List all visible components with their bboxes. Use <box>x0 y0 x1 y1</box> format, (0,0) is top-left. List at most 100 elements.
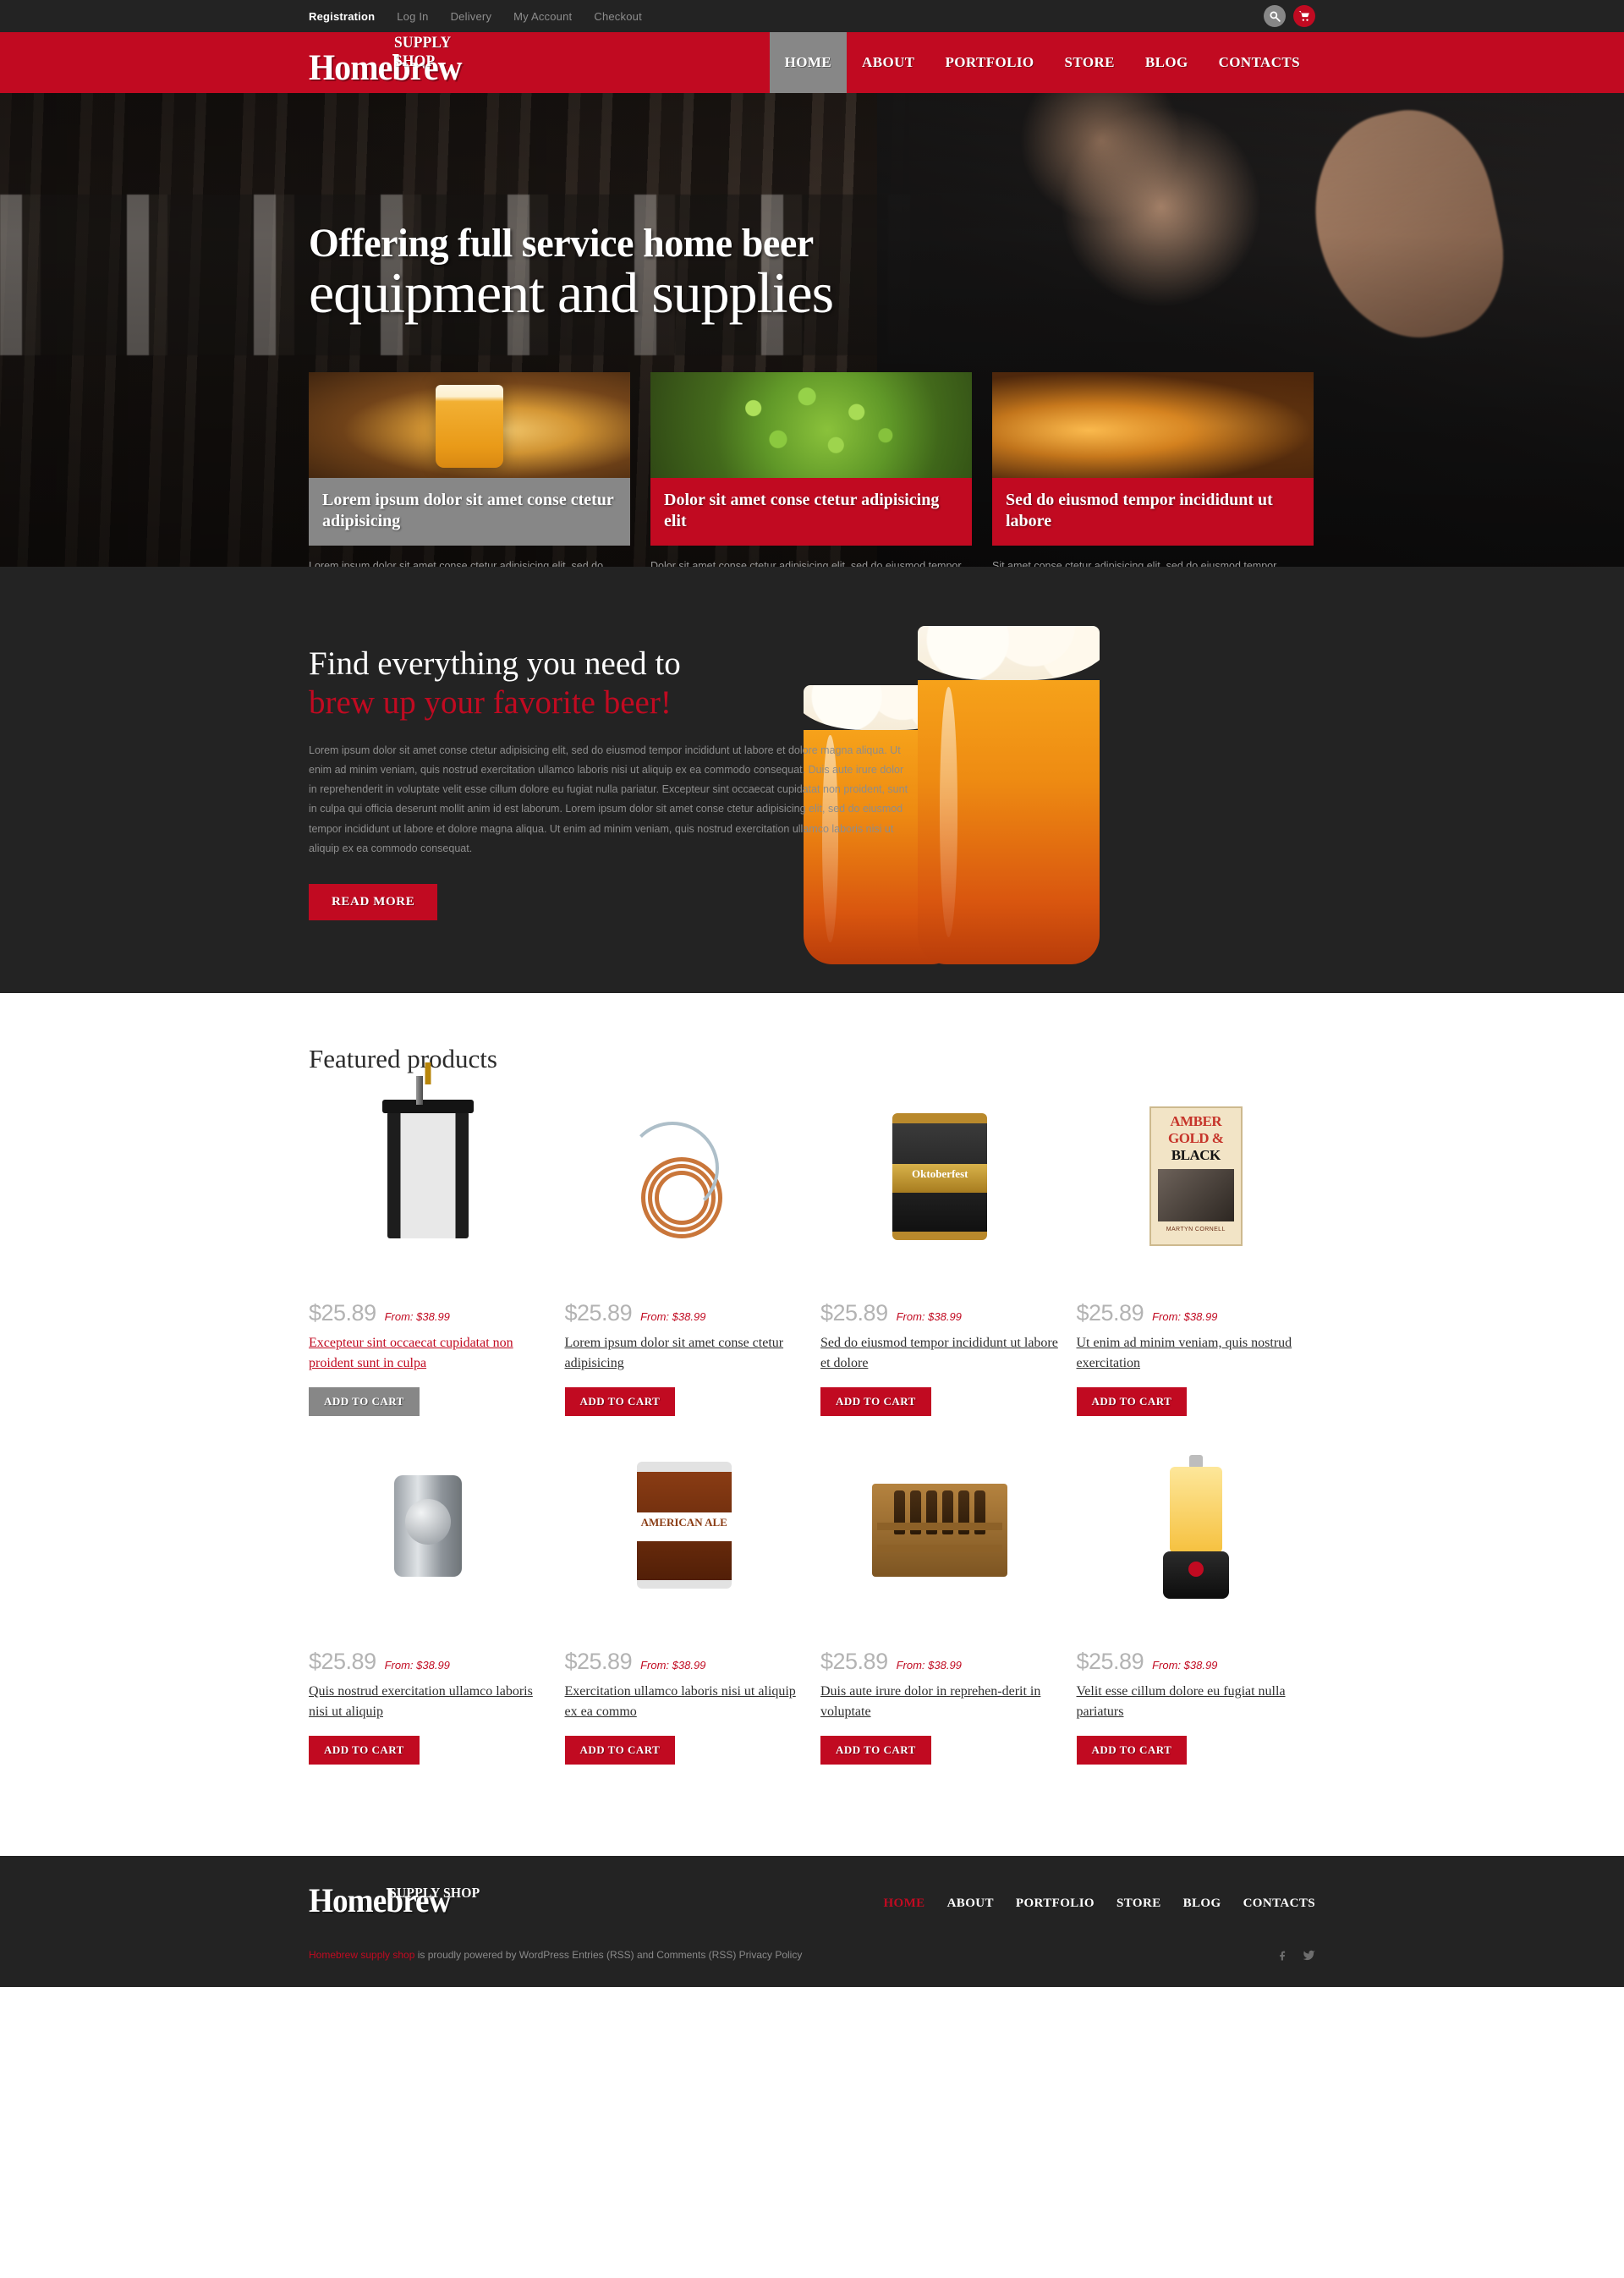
bottle-crate-graphic <box>872 1483 1008 1577</box>
footer-nav-item-about[interactable]: ABOUT <box>947 1897 994 1911</box>
product-name[interactable]: Excepteur sint occaecat cupidatat non pr… <box>309 1336 513 1370</box>
copyright-brand-link[interactable]: Homebrew supply shop <box>309 1949 414 1961</box>
product-old-price: From: $38.99 <box>384 1309 450 1323</box>
product-old-price: From: $38.99 <box>1152 1658 1218 1671</box>
feature-card-description: Lorem ipsum dolor sit amet conse ctetur … <box>309 560 604 567</box>
copyright: Homebrew supply shop is proudly powered … <box>309 1949 802 1961</box>
product-name[interactable]: Sed do eiusmod tempor incididunt ut labo… <box>820 1336 1058 1370</box>
social-links <box>1278 1949 1315 1962</box>
feature-card-description: Sit amet conse ctetur adipisicing elit, … <box>992 560 1277 567</box>
site-footer: Homebrew SUPPLY SHOP HOME ABOUT PORTFOLI… <box>0 1855 1624 1987</box>
site-logo[interactable]: Homebrew SUPPLY SHOP <box>309 32 473 93</box>
nav-item-store[interactable]: STORE <box>1050 32 1130 93</box>
cart-icon[interactable] <box>1293 5 1315 27</box>
promo-section: Find everything you need to brew up your… <box>0 567 1624 993</box>
product-old-price: From: $38.99 <box>384 1658 450 1671</box>
feature-card-title-bar: Sed do eiusmod tempor incididunt ut labo… <box>992 478 1314 546</box>
search-icon[interactable] <box>1264 5 1286 27</box>
footer-logo[interactable]: Homebrew SUPPLY SHOP <box>309 1883 495 1924</box>
beverage-dispenser-graphic <box>1162 1454 1229 1599</box>
product-name[interactable]: Lorem ipsum dolor sit amet conse ctetur … <box>565 1336 784 1370</box>
nav-item-contacts[interactable]: CONTACTS <box>1204 32 1315 93</box>
logo-sub-text: SUPPLY SHOP <box>394 34 451 70</box>
product-price: $25.89 <box>1076 1648 1144 1674</box>
feature-card-title-bar: Dolor sit amet conse ctetur adipisicing … <box>650 478 972 546</box>
nav-item-portfolio[interactable]: PORTFOLIO <box>930 32 1050 93</box>
nav-item-blog[interactable]: BLOG <box>1130 32 1204 93</box>
product-card[interactable]: $25.89 From: $38.99 Lorem ipsum dolor si… <box>564 1093 804 1416</box>
add-to-cart-button[interactable]: ADD TO CART <box>564 1735 676 1765</box>
product-price: $25.89 <box>1076 1299 1144 1326</box>
product-image: AMERICAN ALE <box>565 1441 804 1649</box>
copper-coil-graphic <box>621 1118 748 1245</box>
utility-link-checkout[interactable]: Checkout <box>594 10 642 23</box>
copyright-text: is proudly powered by WordPress Entries … <box>414 1949 803 1962</box>
add-to-cart-button[interactable]: ADD TO CART <box>309 1735 420 1765</box>
book-title-line2: BLACK <box>1171 1146 1221 1163</box>
add-to-cart-button[interactable]: ADD TO CART <box>564 1386 676 1416</box>
utility-link-registration[interactable]: Registration <box>309 10 375 23</box>
facebook-icon[interactable] <box>1278 1949 1289 1962</box>
hero-heading-line1: Offering full service home beer <box>309 221 814 266</box>
featured-products-section: Featured products $25.89 From: $38.99 Ex… <box>0 992 1624 1856</box>
product-name[interactable]: Velit esse cillum dolore eu fugiat nulla… <box>1077 1684 1286 1719</box>
product-card[interactable]: $25.89 From: $38.99 Quis nostrud exercit… <box>309 1441 548 1765</box>
utility-icons <box>1264 5 1315 27</box>
product-card[interactable]: AMBER GOLD & BLACK MARTYN CORNELL $25.89… <box>1076 1093 1316 1416</box>
product-price: $25.89 <box>564 1299 633 1326</box>
product-name[interactable]: Quis nostrud exercitation ullamco labori… <box>309 1684 533 1719</box>
feature-card-image <box>992 372 1314 478</box>
feature-card-title-bar: Lorem ipsum dolor sit amet conse ctetur … <box>309 478 630 546</box>
product-image <box>565 1093 804 1300</box>
product-card[interactable]: AMERICAN ALE $25.89 From: $38.99 Exercit… <box>564 1441 804 1765</box>
product-card[interactable]: Oktoberfest $25.89 From: $38.99 Sed do e… <box>820 1093 1060 1416</box>
add-to-cart-button[interactable]: ADD TO CART <box>820 1735 931 1765</box>
utility-bar: Registration Log In Delivery My Account … <box>0 0 1624 32</box>
product-card[interactable]: $25.89 From: $38.99 Duis aute irure dolo… <box>820 1441 1060 1765</box>
promo-heading-line2: brew up your favorite beer! <box>309 684 672 722</box>
footer-nav-item-store[interactable]: STORE <box>1116 1897 1161 1911</box>
product-name[interactable]: Duis aute irure dolor in reprehen-derit … <box>820 1684 1040 1719</box>
ale-kit-can-graphic: AMERICAN ALE <box>636 1461 732 1589</box>
product-image <box>309 1441 548 1649</box>
utility-link-login[interactable]: Log In <box>397 10 428 23</box>
footer-nav-item-blog[interactable]: BLOG <box>1183 1897 1221 1911</box>
nav-item-home[interactable]: HOME <box>769 32 848 93</box>
product-price: $25.89 <box>309 1648 376 1674</box>
product-card[interactable]: $25.89 From: $38.99 Velit esse cillum do… <box>1076 1441 1316 1765</box>
utility-link-my-account[interactable]: My Account <box>513 10 572 23</box>
footer-nav-item-home[interactable]: HOME <box>883 1897 924 1911</box>
nav-item-about[interactable]: ABOUT <box>847 32 930 93</box>
hero-banner: Offering full service home beer equipmen… <box>0 93 1624 567</box>
featured-products-title: Featured products <box>309 1043 497 1073</box>
feature-card[interactable]: Sed do eiusmod tempor incididunt ut labo… <box>992 372 1314 567</box>
add-to-cart-button[interactable]: ADD TO CART <box>820 1386 931 1416</box>
product-name[interactable]: Ut enim ad minim veniam, quis nostrud ex… <box>1077 1336 1292 1370</box>
add-to-cart-button[interactable]: ADD TO CART <box>309 1386 420 1416</box>
footer-nav-item-contacts[interactable]: CONTACTS <box>1243 1897 1315 1911</box>
footer-logo-sub-text: SUPPLY SHOP <box>389 1884 480 1901</box>
twitter-icon[interactable] <box>1303 1949 1315 1962</box>
footer-nav-item-portfolio[interactable]: PORTFOLIO <box>1016 1897 1095 1911</box>
kegerator-graphic <box>382 1062 475 1238</box>
product-old-price: From: $38.99 <box>896 1309 962 1323</box>
product-old-price: From: $38.99 <box>896 1658 962 1671</box>
feature-card-title: Sed do eiusmod tempor incididunt ut labo… <box>1006 491 1273 530</box>
add-to-cart-button[interactable]: ADD TO CART <box>1076 1386 1188 1416</box>
feature-card[interactable]: Dolor sit amet conse ctetur adipisicing … <box>650 372 972 567</box>
product-name[interactable]: Exercitation ullamco laboris nisi ut ali… <box>565 1684 796 1719</box>
utility-link-delivery[interactable]: Delivery <box>451 10 492 23</box>
feature-card[interactable]: Lorem ipsum dolor sit amet conse ctetur … <box>309 372 630 567</box>
hero-heading-line2: equipment and supplies <box>309 261 834 325</box>
read-more-button[interactable]: READ MORE <box>309 883 438 920</box>
feature-card-image <box>309 372 630 478</box>
product-price: $25.89 <box>820 1299 888 1326</box>
promo-body-text: Lorem ipsum dolor sit amet conse ctetur … <box>309 744 908 854</box>
product-image: AMBER GOLD & BLACK MARTYN CORNELL <box>1077 1093 1316 1300</box>
can-label-text: Oktoberfest <box>912 1166 968 1180</box>
add-to-cart-button[interactable]: ADD TO CART <box>1076 1735 1188 1765</box>
can-label-text: AMERICAN ALE <box>640 1515 727 1529</box>
utility-links: Registration Log In Delivery My Account … <box>309 10 642 23</box>
product-price: $25.89 <box>564 1648 633 1674</box>
product-card[interactable]: $25.89 From: $38.99 Excepteur sint occae… <box>309 1062 548 1416</box>
